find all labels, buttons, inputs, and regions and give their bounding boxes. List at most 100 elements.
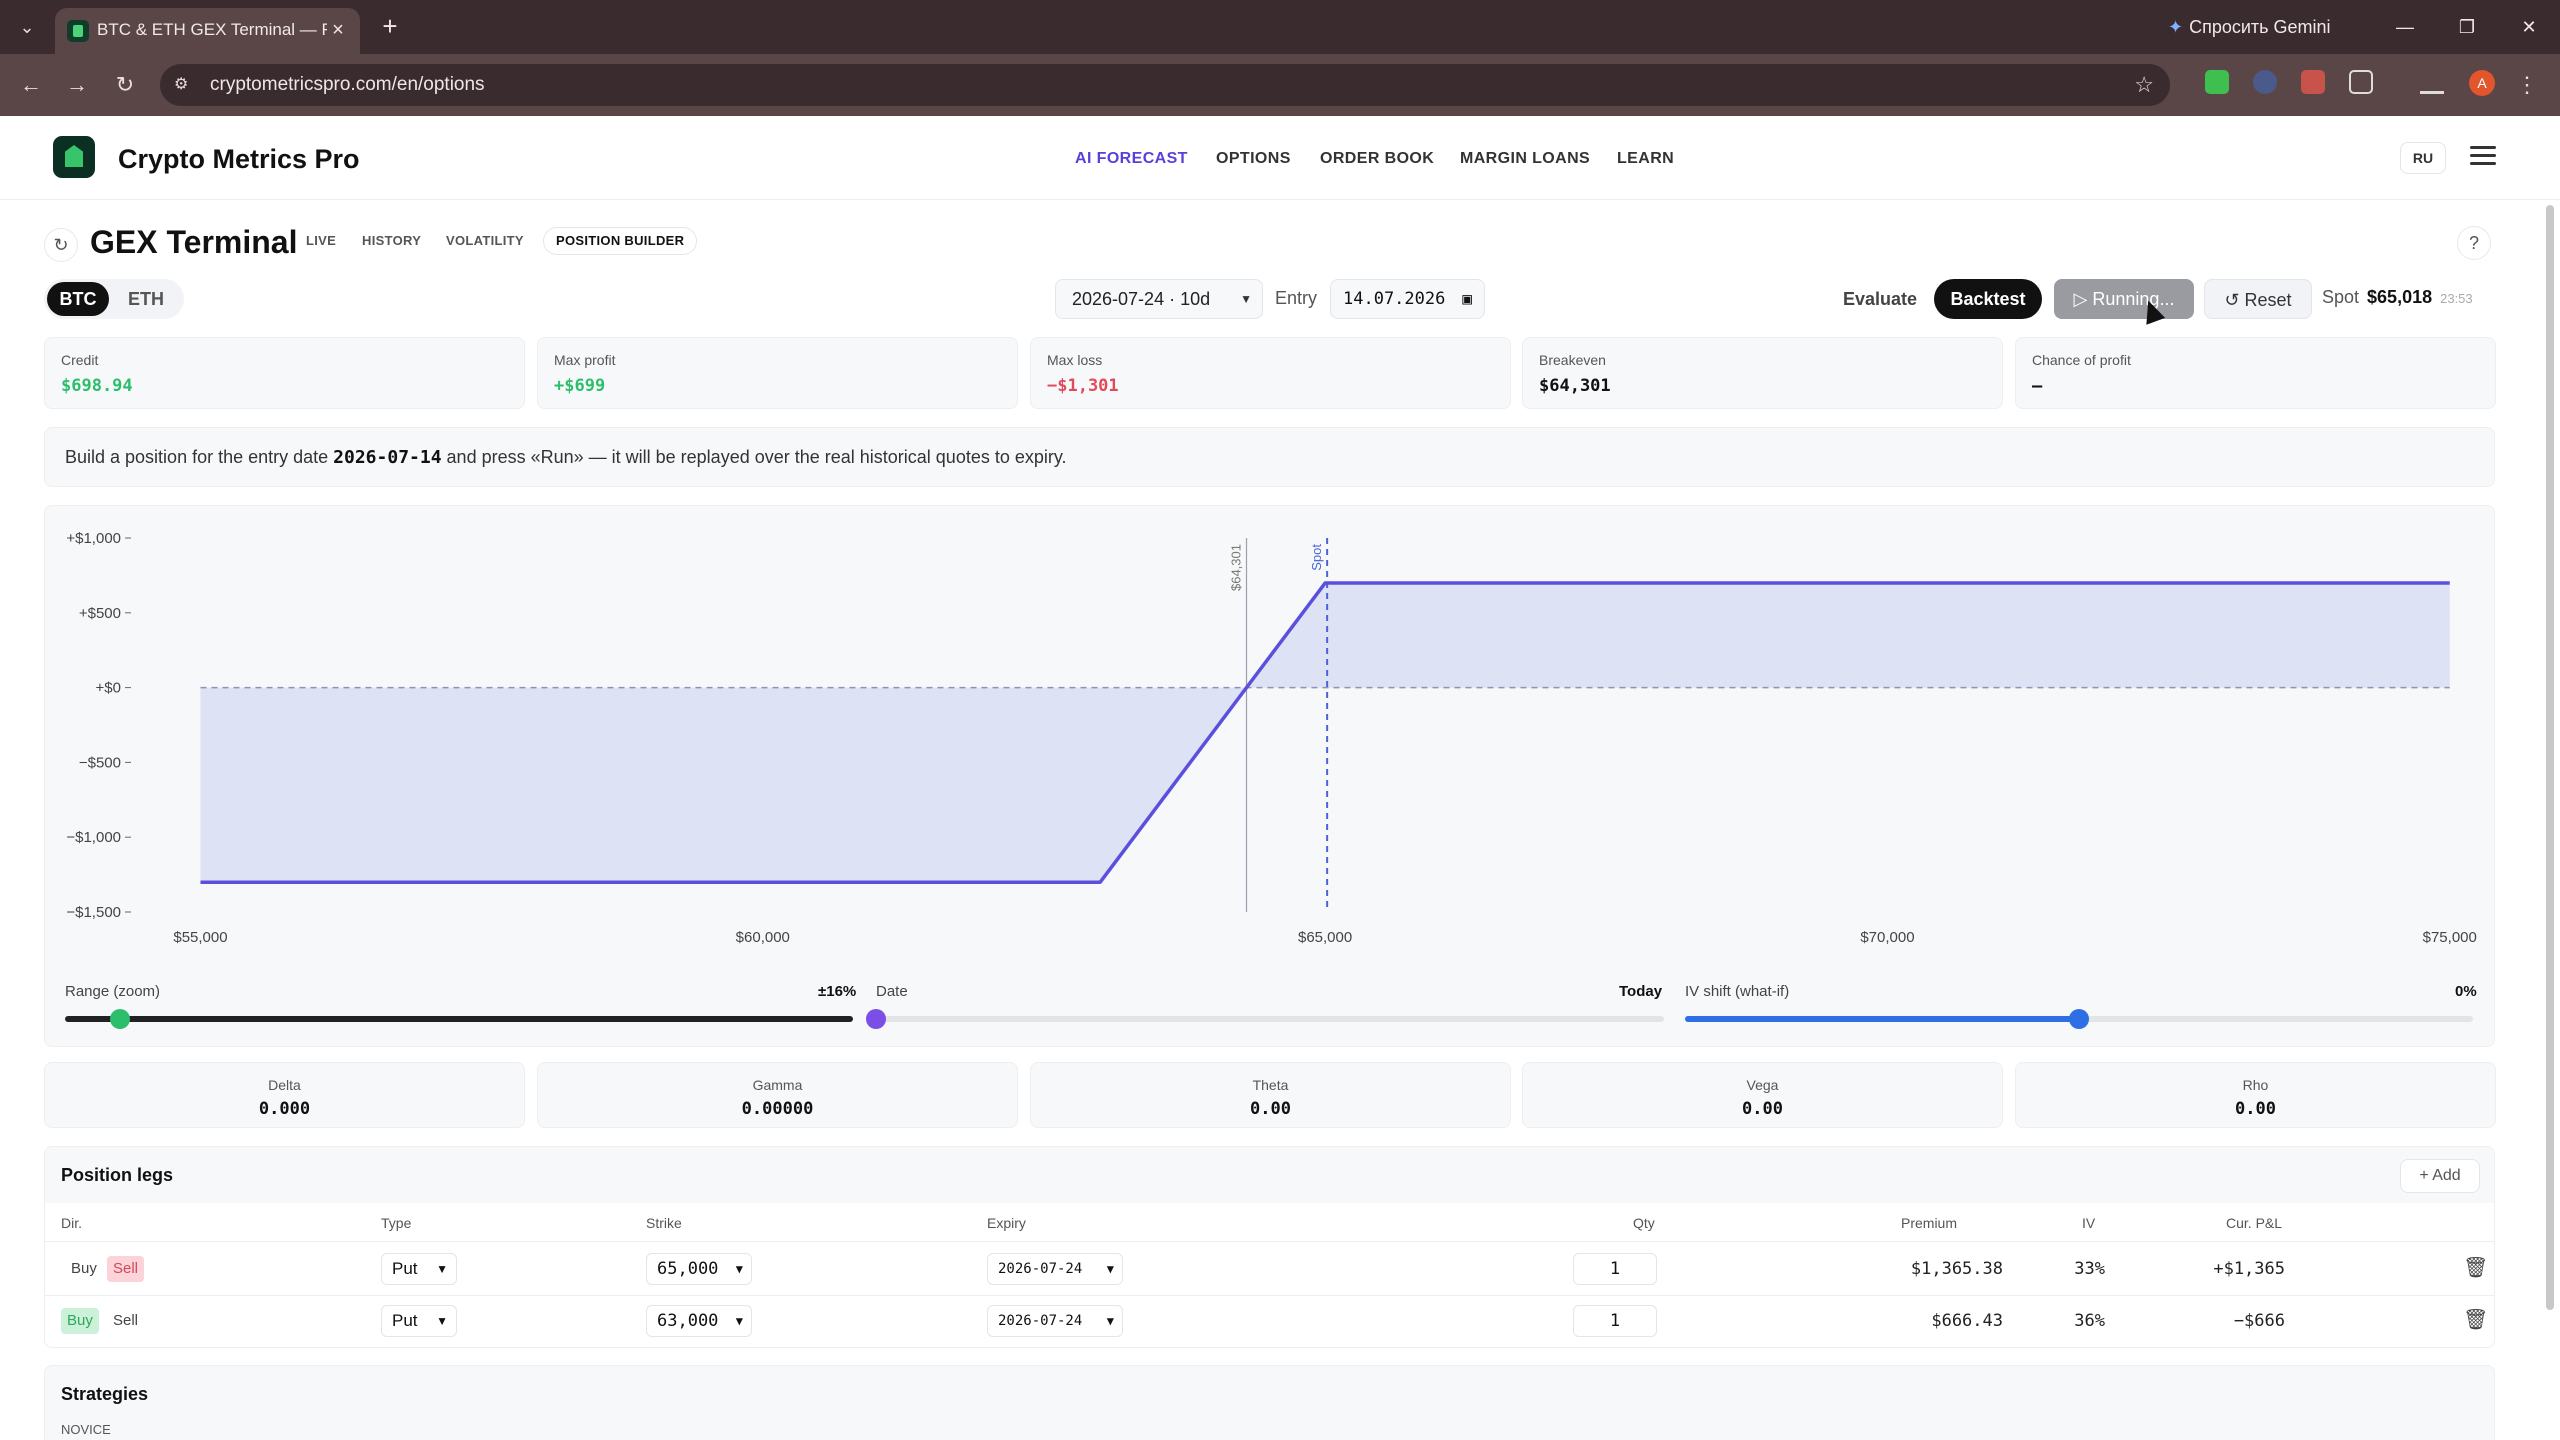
extension-green-icon[interactable] (2205, 70, 2229, 94)
tab-title: BTC & ETH GEX Terminal — Fre (97, 20, 327, 39)
iv-shift-handle[interactable] (2069, 1009, 2089, 1029)
page-scrollbar[interactable] (2546, 205, 2554, 1310)
range-zoom-label: Range (zoom) (65, 983, 161, 1000)
expiry-select[interactable]: 2026-07-24 · 10d ▼ (1055, 279, 1263, 319)
dir-buy-toggle[interactable]: Buy (61, 1308, 99, 1334)
nav-margin-loans[interactable]: MARGIN LOANS (1460, 150, 1590, 168)
extensions-puzzle-icon[interactable] (2349, 70, 2373, 94)
stat-card-chance-of-profit: Chance of profit – (2015, 337, 2496, 409)
delete-leg-trash-icon[interactable]: 🗑 (2463, 1307, 2488, 1332)
info-date: 2026-07-14 (333, 447, 442, 468)
reset-button[interactable]: ↺ Reset (2204, 279, 2312, 319)
dir-sell-toggle[interactable]: Sell (107, 1256, 145, 1282)
greek-value: 0.00 (2235, 1099, 2276, 1119)
nav-options[interactable]: OPTIONS (1216, 150, 1291, 168)
site-favicon-icon (67, 20, 89, 42)
iv-value: 33% (2074, 1259, 2105, 1279)
col-cur-pnl: Cur. P&L (2226, 1215, 2283, 1231)
new-tab-icon[interactable]: + (375, 12, 405, 42)
date-slider[interactable] (876, 1016, 1664, 1022)
col-expiry: Expiry (987, 1215, 1026, 1231)
entry-date-input[interactable]: 14.07.2026 ▣ (1330, 279, 1485, 319)
back-arrow-icon[interactable]: ← (16, 70, 46, 100)
run-button-label: Running... (2092, 289, 2175, 309)
greek-value: 0.00 (1742, 1099, 1783, 1119)
strategies-level: NOVICE (61, 1422, 111, 1437)
greek-label: Vega (1746, 1077, 1779, 1093)
language-switch[interactable]: RU (2400, 142, 2446, 174)
tab-live[interactable]: LIVE (294, 228, 348, 254)
type-select[interactable]: Put ▼ (381, 1305, 457, 1337)
dir-buy-toggle[interactable]: Buy (65, 1256, 103, 1282)
run-button[interactable]: ▷ Running... (2054, 279, 2194, 319)
address-bar[interactable]: ⚙ cryptometricspro.com/en/options ☆ (160, 64, 2170, 106)
expiry-select[interactable]: 2026-07-24 ▼ (987, 1253, 1123, 1285)
reload-icon[interactable]: ↻ (110, 70, 140, 100)
close-window-icon[interactable]: ✕ (2514, 12, 2544, 42)
refresh-icon[interactable]: ↻ (44, 228, 78, 262)
tab-position-builder[interactable]: POSITION BUILDER (544, 228, 697, 254)
bookmark-star-icon[interactable]: ☆ (2134, 72, 2154, 98)
spot-marker-label: Spot (1309, 544, 1324, 571)
asset-btc[interactable]: BTC (47, 282, 109, 316)
browser-tab[interactable]: BTC & ETH GEX Terminal — Fre × (55, 8, 360, 54)
breakeven-marker-label: $64,301 (1229, 544, 1244, 591)
stat-label: Chance of profit (2032, 352, 2131, 368)
evaluate-button[interactable]: Evaluate (1830, 279, 1930, 319)
nav-ai-forecast[interactable]: AI FORECAST (1075, 150, 1188, 168)
x-tick-label: $75,000 (2423, 929, 2477, 946)
payoff-chart[interactable]: +$1,000 +$500 +$0 −$500 −$1,000 −$1,500 $55,00… (44, 505, 2495, 1047)
qty-input[interactable]: 1 (1573, 1305, 1657, 1337)
asset-toggle: BTC ETH (44, 279, 184, 319)
range-zoom-slider[interactable] (65, 1016, 853, 1022)
stat-value: $698.94 (61, 376, 133, 396)
backtest-button[interactable]: Backtest (1934, 279, 2042, 319)
help-icon[interactable]: ? (2457, 226, 2491, 260)
position-legs-panel: Position legs + Add Dir. Type Strike Exp… (44, 1146, 2495, 1348)
brand-logo-icon[interactable] (53, 136, 95, 178)
download-icon[interactable] (2420, 70, 2444, 94)
nav-order-book[interactable]: ORDER BOOK (1320, 150, 1434, 168)
restore-icon[interactable]: ❐ (2452, 12, 2482, 42)
extension-red-icon[interactable] (2301, 70, 2325, 94)
browser-menu-icon[interactable]: ⋮ (2512, 70, 2542, 100)
profile-avatar[interactable]: A (2469, 70, 2495, 96)
type-select[interactable]: Put ▼ (381, 1253, 457, 1285)
greek-value: 0.00000 (741, 1099, 814, 1119)
qty-input[interactable]: 1 (1573, 1253, 1657, 1285)
stat-card-credit: Credit $698.94 (44, 337, 525, 409)
strike-select[interactable]: 63,000 ▼ (646, 1305, 752, 1337)
calendar-icon[interactable]: ▣ (1462, 280, 1472, 318)
tab-volatility[interactable]: VOLATILITY (434, 228, 536, 254)
date-handle[interactable] (866, 1009, 886, 1029)
gemini-sparkle-icon: ✦ (2168, 17, 2184, 37)
close-tab-icon[interactable]: × (326, 18, 350, 42)
nav-learn[interactable]: LEARN (1617, 150, 1674, 168)
stat-value: −$1,301 (1047, 376, 1119, 396)
tab-list-chevron-icon[interactable]: ⌄ (14, 14, 40, 40)
strategies-title: Strategies (61, 1384, 149, 1404)
dir-sell-toggle[interactable]: Sell (107, 1308, 144, 1334)
site-settings-icon[interactable]: ⚙ (174, 74, 196, 96)
minimize-icon[interactable]: — (2390, 12, 2420, 42)
hamburger-menu-icon[interactable] (2470, 146, 2496, 166)
forward-arrow-icon[interactable]: → (62, 70, 92, 100)
expiry-select-value: 2026-07-24 (998, 1261, 1083, 1277)
brand-name[interactable]: Crypto Metrics Pro (118, 144, 360, 175)
divider (45, 1295, 2494, 1296)
greek-label: Rho (2242, 1077, 2269, 1093)
extension-circle-icon[interactable] (2253, 70, 2277, 94)
expiry-select[interactable]: 2026-07-24 ▼ (987, 1305, 1123, 1337)
add-leg-button[interactable]: + Add (2400, 1159, 2480, 1193)
greek-card-gamma: Gamma 0.00000 (537, 1062, 1018, 1128)
asset-eth[interactable]: ETH (115, 282, 177, 316)
tab-history[interactable]: HISTORY (350, 228, 433, 254)
ask-gemini-button[interactable]: ✦ Спросить Gemini (2168, 13, 2358, 41)
spot-time: 23:53 (2440, 291, 2473, 306)
stat-label: Breakeven (1539, 352, 1606, 368)
y-tick-label: −$1,500 (66, 904, 121, 921)
delete-leg-trash-icon[interactable]: 🗑 (2463, 1255, 2488, 1280)
info-prefix: Build a position for the entry date (65, 447, 334, 467)
strike-select[interactable]: 65,000 ▼ (646, 1253, 752, 1285)
spot-label: Spot (2322, 287, 2360, 307)
